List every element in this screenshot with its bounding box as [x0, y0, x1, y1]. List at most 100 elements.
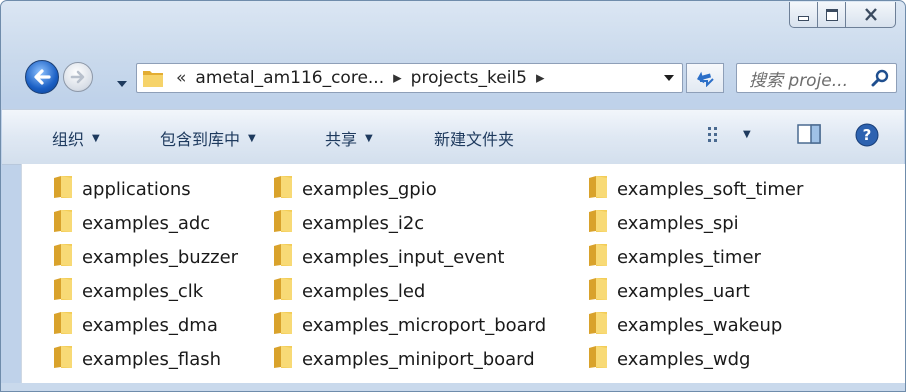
breadcrumb-separator-icon[interactable]: ▸: [536, 68, 545, 88]
dropdown-arrow-icon: ▼: [92, 132, 100, 144]
dropdown-arrow-icon: ▼: [365, 132, 373, 144]
file-name: applications: [82, 179, 191, 200]
back-arrow-icon: [34, 69, 51, 85]
breadcrumb-ametal[interactable]: ametal_am116_core...: [195, 68, 384, 88]
minimize-button[interactable]: [789, 2, 818, 28]
folder-icon: [587, 175, 609, 204]
navigation-bar: « ametal_am116_core... ▸ projects_keil5 …: [1, 57, 905, 103]
folder-icon: [272, 277, 294, 306]
share-label: 共享: [325, 130, 358, 149]
dropdown-arrow-icon: ▼: [248, 132, 256, 144]
list-item[interactable]: examples_spi: [587, 209, 739, 238]
preview-pane-button[interactable]: [797, 124, 821, 144]
list-item[interactable]: examples_clk: [52, 277, 203, 306]
list-item[interactable]: examples_miniport_board: [272, 345, 535, 374]
file-name: examples_wdg: [617, 349, 751, 370]
folder-icon: [52, 345, 74, 374]
window-bottom-frame: [1, 383, 905, 391]
file-name: examples_uart: [617, 281, 750, 302]
folder-icon: [272, 311, 294, 340]
include-in-library-menu[interactable]: 包含到库中 ▼: [160, 126, 256, 150]
list-item[interactable]: examples_led: [272, 277, 425, 306]
dropdown-arrow-icon[interactable]: ▼: [743, 129, 751, 140]
file-name: examples_microport_board: [302, 315, 547, 336]
file-name: examples_input_event: [302, 247, 505, 268]
file-list-pane: applications examples_adc examples_buzze…: [21, 164, 905, 383]
list-item[interactable]: examples_soft_timer: [587, 175, 803, 204]
forward-arrow-icon: [70, 70, 85, 84]
help-icon: ?: [855, 123, 879, 147]
refresh-button[interactable]: [686, 63, 724, 93]
folder-icon: [587, 243, 609, 272]
list-item[interactable]: examples_buzzer: [52, 243, 238, 272]
list-item[interactable]: examples_input_event: [272, 243, 504, 272]
folder-icon: [272, 345, 294, 374]
folder-icon: [52, 277, 74, 306]
view-options-icon: [708, 127, 717, 142]
preview-pane-icon: [797, 124, 821, 144]
maximize-button[interactable]: [818, 2, 846, 28]
help-button[interactable]: ?: [855, 123, 879, 147]
search-icon[interactable]: [871, 69, 889, 87]
list-item[interactable]: examples_adc: [52, 209, 210, 238]
folder-icon: [272, 175, 294, 204]
file-name: examples_led: [302, 281, 426, 302]
share-menu[interactable]: 共享 ▼: [325, 126, 373, 150]
file-name: examples_miniport_board: [302, 349, 535, 370]
address-bar[interactable]: « ametal_am116_core... ▸ projects_keil5 …: [136, 63, 683, 93]
organize-menu[interactable]: 组织 ▼: [52, 126, 100, 150]
organize-label: 组织: [52, 130, 85, 149]
folder-icon: [587, 311, 609, 340]
folder-icon: [272, 243, 294, 272]
list-item[interactable]: examples_microport_board: [272, 311, 546, 340]
change-view-button[interactable]: ▼: [707, 125, 751, 143]
file-name: examples_clk: [82, 281, 204, 302]
list-item[interactable]: examples_i2c: [272, 209, 424, 238]
file-name: examples_i2c: [302, 213, 425, 234]
breadcrumb-separator-icon[interactable]: ▸: [393, 68, 402, 88]
folder-icon: [587, 209, 609, 238]
back-button[interactable]: [25, 60, 59, 94]
list-item[interactable]: applications: [52, 175, 191, 204]
explorer-window: « ametal_am116_core... ▸ projects_keil5 …: [0, 0, 906, 392]
folder-icon: [143, 71, 163, 87]
minimize-icon: [798, 16, 809, 21]
file-name: examples_wakeup: [617, 315, 783, 336]
close-icon: [864, 8, 877, 21]
folder-icon: [52, 243, 74, 272]
command-bar: 组织 ▼ 包含到库中 ▼ 共享 ▼ 新建文件夹 ▼ ?: [2, 109, 904, 165]
list-item[interactable]: examples_flash: [52, 345, 221, 374]
breadcrumb-projects-keil5[interactable]: projects_keil5: [411, 68, 527, 88]
maximize-icon: [825, 8, 838, 21]
file-name: examples_timer: [617, 247, 761, 268]
list-item[interactable]: examples_gpio: [272, 175, 437, 204]
file-name: examples_adc: [82, 213, 211, 234]
svg-text:?: ?: [863, 126, 872, 144]
folder-icon: [52, 209, 74, 238]
address-overflow[interactable]: «: [176, 68, 186, 88]
list-item[interactable]: examples_dma: [52, 311, 218, 340]
file-name: examples_flash: [82, 349, 222, 370]
list-item[interactable]: examples_uart: [587, 277, 750, 306]
file-name: examples_soft_timer: [617, 179, 804, 200]
close-button[interactable]: [846, 2, 896, 28]
refresh-icon: [697, 71, 714, 87]
chevron-down-icon: [117, 81, 127, 87]
list-item[interactable]: examples_wakeup: [587, 311, 782, 340]
search-input[interactable]: 搜索 proje...: [749, 66, 848, 91]
include-in-library-label: 包含到库中: [160, 130, 241, 149]
address-history-chevron-icon[interactable]: [664, 74, 674, 82]
folder-icon: [52, 311, 74, 340]
list-item[interactable]: examples_timer: [587, 243, 761, 272]
recent-pages-dropdown[interactable]: [117, 73, 127, 92]
file-name: examples_gpio: [302, 179, 437, 200]
forward-button[interactable]: [63, 62, 93, 92]
list-item[interactable]: examples_wdg: [587, 345, 750, 374]
search-box[interactable]: 搜索 proje...: [736, 63, 897, 93]
folder-icon: [587, 277, 609, 306]
file-name: examples_buzzer: [82, 247, 239, 268]
caption-buttons: [789, 2, 896, 28]
new-folder-label: 新建文件夹: [434, 130, 515, 149]
file-name: examples_dma: [82, 315, 218, 336]
new-folder-button[interactable]: 新建文件夹: [434, 126, 514, 150]
